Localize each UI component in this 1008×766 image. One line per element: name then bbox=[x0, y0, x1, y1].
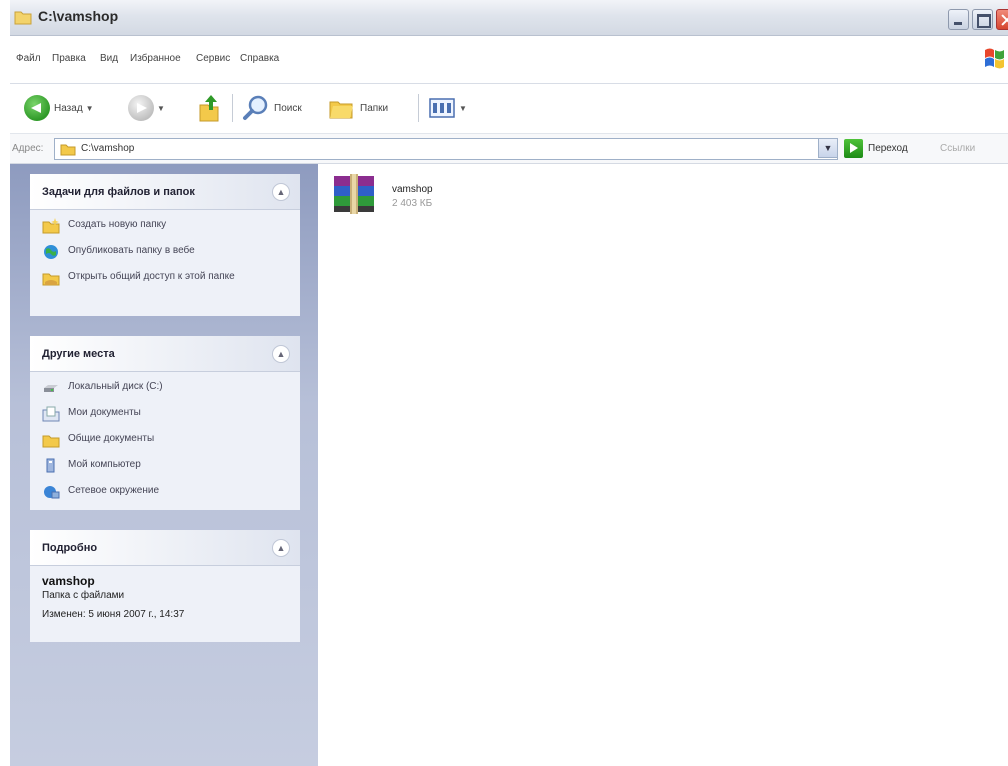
place-label: Общие документы bbox=[68, 433, 155, 444]
toolbar-separator bbox=[232, 94, 233, 122]
search-label: Поиск bbox=[274, 102, 302, 114]
chevron-down-icon: ▼ bbox=[85, 103, 94, 113]
share-folder-icon bbox=[42, 273, 60, 286]
place-shared-documents[interactable]: Общие документы bbox=[42, 432, 290, 452]
details-name: vamshop bbox=[42, 574, 95, 588]
file-tasks-panel: Задачи для файлов и папок ▲ Создать нову… bbox=[30, 174, 300, 316]
network-icon bbox=[44, 486, 60, 499]
back-label: Назад bbox=[54, 102, 83, 114]
drive-icon bbox=[44, 385, 58, 392]
winrar-archive-icon bbox=[334, 174, 374, 214]
computer-icon bbox=[46, 458, 55, 473]
back-button[interactable]: Назад ▼ bbox=[24, 92, 94, 124]
chevron-down-icon: ▼ bbox=[157, 103, 165, 113]
address-bar: Адрес: C:\vamshop ▼ Переход Ссылки bbox=[10, 134, 1008, 164]
address-input[interactable]: C:\vamshop bbox=[54, 138, 838, 160]
title-bar: C:\vamshop bbox=[10, 0, 1008, 36]
file-list-area[interactable]: vamshop 2 403 КБ bbox=[318, 164, 1008, 766]
toolbar: Назад ▼ ▼ Поиск Папки ▼ bbox=[10, 84, 1008, 134]
menu-view[interactable]: Вид bbox=[100, 53, 118, 64]
menu-help[interactable]: Справка bbox=[240, 53, 279, 64]
details-modified: Изменен: 5 июня 2007 г., 14:37 bbox=[42, 609, 185, 620]
address-dropdown-button[interactable]: ▼ bbox=[818, 138, 838, 158]
globe-icon bbox=[44, 245, 58, 259]
details-type: Папка с файлами bbox=[42, 590, 125, 601]
links-button[interactable]: Ссылки bbox=[940, 143, 975, 154]
place-my-computer[interactable]: Мой компьютер bbox=[42, 458, 290, 478]
close-button[interactable] bbox=[996, 9, 1008, 30]
folders-label: Папки bbox=[360, 102, 389, 114]
go-button[interactable]: Переход bbox=[868, 143, 908, 154]
menu-bar: Файл Правка Вид Избранное Сервис Справка bbox=[10, 36, 1008, 84]
shared-documents-icon bbox=[42, 435, 60, 448]
place-my-documents[interactable]: Мои документы bbox=[42, 406, 290, 426]
file-size: 2 403 КБ bbox=[392, 198, 433, 209]
panel-title: Задачи для файлов и папок bbox=[42, 186, 195, 198]
views-icon bbox=[429, 98, 455, 118]
task-label: Открыть общий доступ к этой папке bbox=[68, 271, 235, 282]
address-label: Адрес: bbox=[12, 143, 44, 154]
place-label: Локальный диск (C:) bbox=[68, 381, 163, 392]
place-label: Мой компьютер bbox=[68, 459, 141, 470]
file-name: vamshop bbox=[392, 184, 433, 195]
menu-tools[interactable]: Сервис bbox=[196, 53, 230, 64]
collapse-icon[interactable]: ▲ bbox=[272, 539, 290, 557]
address-value: C:\vamshop bbox=[81, 143, 135, 154]
place-network[interactable]: Сетевое окружение bbox=[42, 484, 290, 504]
search-icon bbox=[243, 95, 268, 120]
collapse-icon[interactable]: ▲ bbox=[272, 183, 290, 201]
file-item[interactable]: vamshop 2 403 КБ bbox=[330, 172, 490, 222]
task-publish-web[interactable]: Опубликовать папку в вебе bbox=[42, 244, 290, 264]
back-arrow-icon bbox=[24, 95, 50, 121]
folders-icon bbox=[329, 101, 353, 119]
file-tasks-header[interactable]: Задачи для файлов и папок ▲ bbox=[30, 174, 300, 210]
minimize-button[interactable] bbox=[948, 9, 969, 30]
collapse-icon[interactable]: ▲ bbox=[272, 345, 290, 363]
views-button[interactable]: ▼ bbox=[428, 92, 467, 124]
place-label: Сетевое окружение bbox=[68, 485, 160, 496]
details-panel: Подробно ▲ vamshop Папка с файлами Измен… bbox=[30, 530, 300, 642]
menu-edit[interactable]: Правка bbox=[52, 53, 86, 64]
folders-button[interactable]: Папки bbox=[328, 92, 388, 124]
window-title: C:\vamshop bbox=[38, 8, 119, 24]
other-places-panel: Другие места ▲ Локальный диск (C:) Мои д… bbox=[30, 336, 300, 510]
task-pane: Задачи для файлов и папок ▲ Создать нову… bbox=[10, 164, 318, 766]
task-label: Создать новую папку bbox=[68, 219, 167, 230]
my-documents-icon bbox=[42, 406, 60, 422]
up-button[interactable] bbox=[196, 92, 222, 124]
forward-arrow-icon bbox=[128, 95, 154, 121]
place-label: Мои документы bbox=[68, 407, 141, 418]
menu-file[interactable]: Файл bbox=[16, 53, 41, 64]
panel-title: Подробно bbox=[42, 542, 98, 554]
details-header[interactable]: Подробно ▲ bbox=[30, 530, 300, 566]
task-label: Опубликовать папку в вебе bbox=[68, 245, 195, 256]
folder-icon bbox=[14, 11, 32, 25]
search-button[interactable]: Поиск bbox=[242, 92, 302, 124]
go-arrow-icon[interactable] bbox=[844, 139, 863, 158]
folder-icon bbox=[60, 144, 76, 156]
panel-title: Другие места bbox=[42, 348, 115, 360]
menu-favorites[interactable]: Избранное bbox=[130, 53, 181, 64]
new-folder-icon bbox=[42, 218, 60, 234]
other-places-header[interactable]: Другие места ▲ bbox=[30, 336, 300, 372]
forward-button[interactable]: ▼ bbox=[128, 92, 165, 124]
maximize-button[interactable] bbox=[972, 9, 993, 30]
folder-up-icon bbox=[199, 95, 219, 122]
task-new-folder[interactable]: Создать новую папку bbox=[42, 218, 290, 238]
task-share-folder[interactable]: Открыть общий доступ к этой папке bbox=[42, 270, 290, 290]
windows-logo-icon bbox=[985, 48, 1004, 69]
place-local-disk[interactable]: Локальный диск (C:) bbox=[42, 380, 290, 400]
chevron-down-icon: ▼ bbox=[459, 103, 467, 113]
toolbar-separator bbox=[418, 94, 419, 122]
